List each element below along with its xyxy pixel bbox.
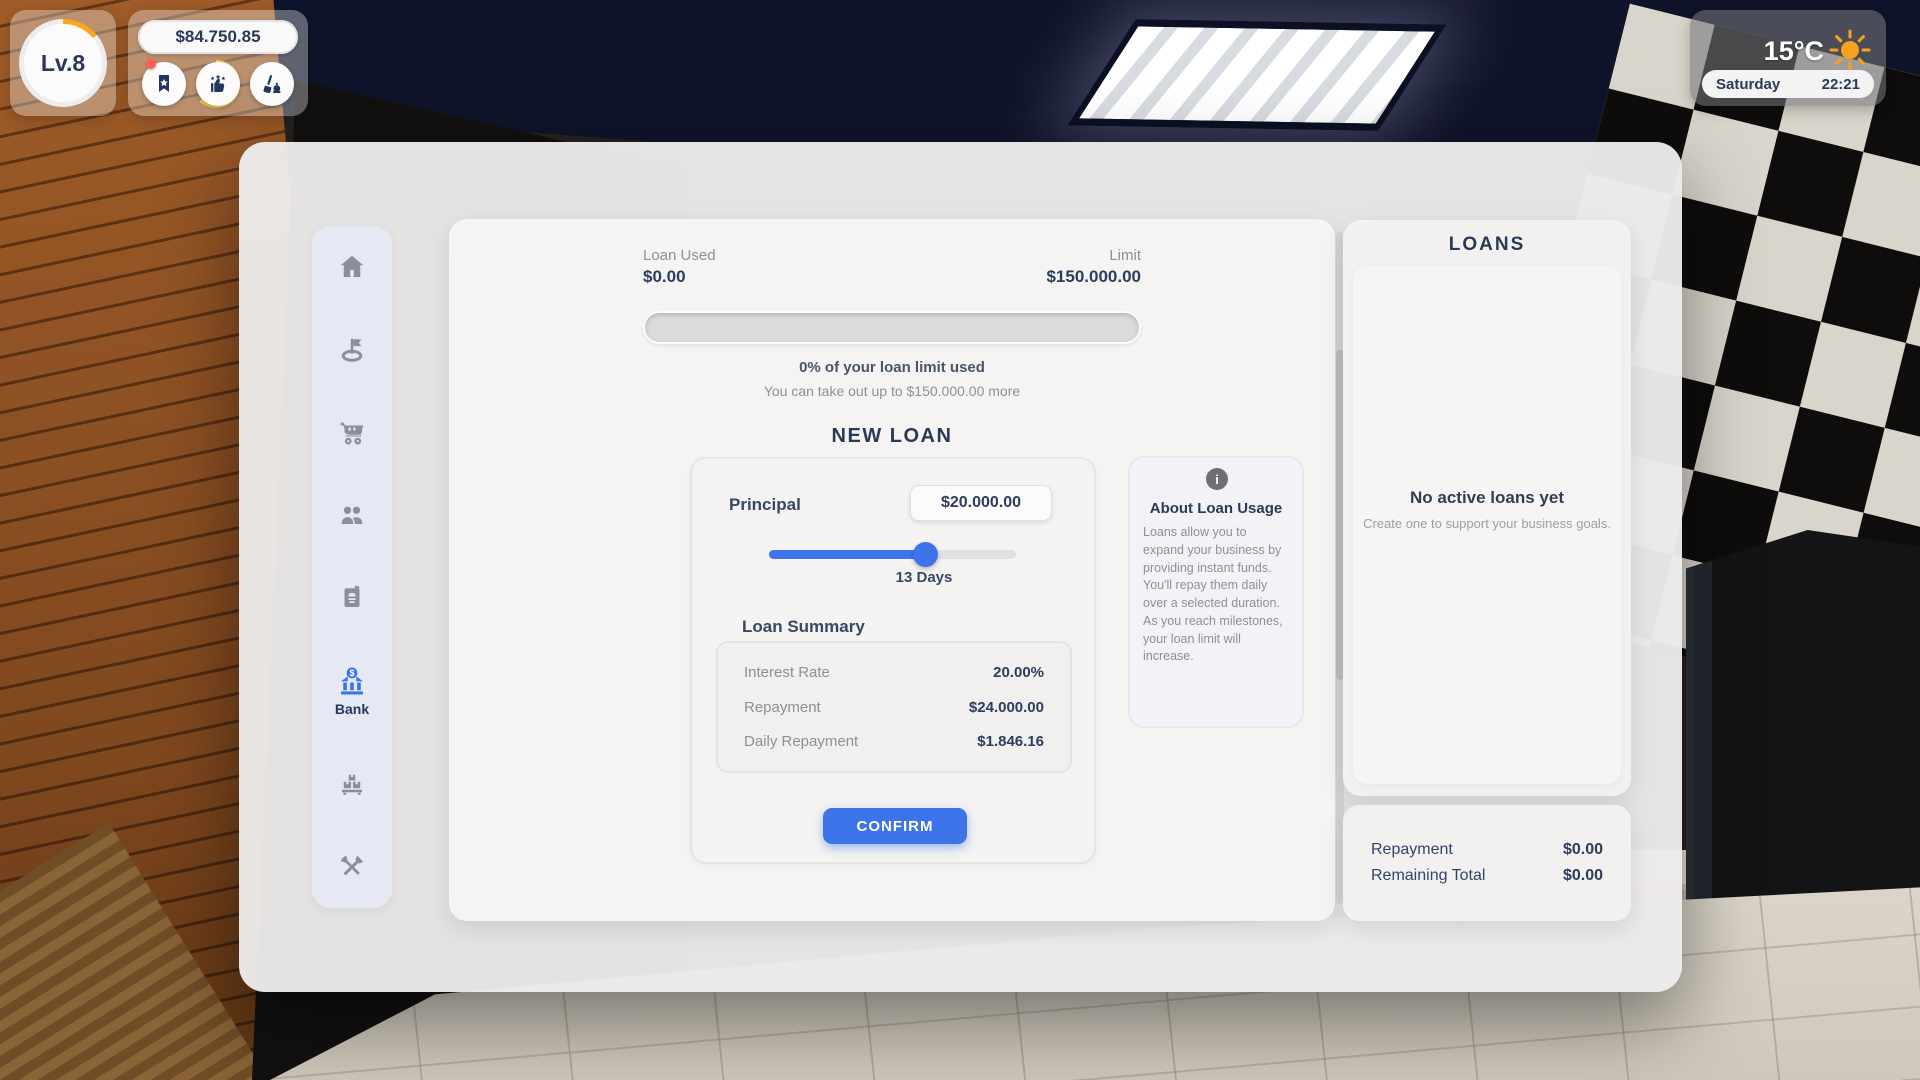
loan-used-value: $0.00 [643, 267, 716, 287]
bank-icon: $ [335, 665, 369, 699]
info-icon: i [1206, 468, 1228, 490]
sidebar-item-licenses[interactable] [324, 582, 380, 612]
sidebar-item-milestones[interactable] [324, 335, 380, 365]
sidebar-item-upgrades[interactable] [324, 852, 380, 882]
pallet-icon [337, 769, 367, 799]
loan-progress-bar [643, 311, 1141, 344]
loan-summary-title: Loan Summary [742, 617, 865, 637]
game-screen: Lv.8 $84.750.85 [0, 0, 1920, 1080]
about-loan-card: i About Loan Usage Loans allow you to ex… [1128, 456, 1304, 728]
loan-usage-text: 0% of your loan limit used [449, 359, 1335, 376]
loans-panel: LOANS No active loans yet Create one to … [1343, 220, 1631, 796]
sidebar-item-staff[interactable] [324, 500, 380, 530]
day-time-pill: Saturday 22:21 [1702, 70, 1874, 98]
level-badge: Lv.8 [10, 10, 116, 116]
sidebar-item-home[interactable] [324, 252, 380, 282]
totals-repayment-value: $0.00 [1563, 841, 1603, 859]
loan-totals-card: Repayment $0.00 Remaining Total $0.00 [1343, 805, 1631, 921]
time-label: 22:21 [1822, 76, 1860, 93]
svg-text:$: $ [349, 668, 354, 678]
duration-value: 13 Days [804, 569, 1044, 586]
level-ring: Lv.8 [19, 19, 107, 107]
people-icon [337, 500, 367, 530]
day-label: Saturday [1716, 76, 1780, 93]
duration-slider[interactable] [769, 541, 1016, 567]
cart-icon [337, 417, 367, 447]
loans-empty-title: No active loans yet [1353, 488, 1621, 508]
sidebar-item-bank-label: Bank [335, 701, 369, 717]
totals-row-repayment: Repayment $0.00 [1371, 841, 1603, 859]
badge-star-icon [152, 72, 176, 96]
weather-widget: 15°C Saturday 22:21 [1690, 10, 1886, 106]
broom-icon [260, 72, 284, 96]
totals-remaining-label: Remaining Total [1371, 867, 1485, 885]
daily-repayment-label: Daily Repayment [744, 733, 858, 750]
repayment-label: Repayment [744, 699, 821, 716]
summary-row-interest: Interest Rate 20.00% [744, 664, 1044, 681]
limit-value: $150.000.00 [1046, 267, 1141, 287]
temperature: 15°C [1764, 36, 1824, 67]
new-loan-title: NEW LOAN [449, 425, 1335, 448]
level-label: Lv.8 [24, 24, 102, 102]
totals-row-remaining: Remaining Total $0.00 [1371, 867, 1603, 885]
money-amount: $84.750.85 [138, 20, 298, 54]
loan-main-card: Loan Used $0.00 Limit $150.000.00 0% of … [449, 219, 1335, 921]
about-body: Loans allow you to expand your business … [1143, 524, 1291, 666]
summary-row-daily: Daily Repayment $1.846.16 [744, 733, 1044, 750]
sidebar-nav: $ Bank [312, 226, 392, 908]
menu-board-icon [337, 582, 367, 612]
summary-row-repayment: Repayment $24.000.00 [744, 699, 1044, 716]
loans-empty-subtitle: Create one to support your business goal… [1353, 516, 1621, 531]
alert-dot [146, 59, 156, 69]
totals-repayment-label: Repayment [1371, 841, 1453, 859]
new-loan-card: Principal $20.000.00 13 Days Loan Summar… [690, 457, 1096, 864]
about-title: About Loan Usage [1130, 500, 1302, 517]
cleaning-button[interactable] [250, 62, 294, 106]
home-icon [337, 252, 367, 282]
thumbs-up-stars-icon [206, 72, 230, 96]
loan-available-text: You can take out up to $150.000.00 more [449, 383, 1335, 399]
sidebar-item-storage[interactable] [324, 769, 380, 799]
badge-star-button[interactable] [142, 62, 186, 106]
flag-target-icon [337, 335, 367, 365]
duration-slider-fill [769, 550, 925, 559]
sidebar-item-bank[interactable]: $ Bank [324, 665, 380, 717]
principal-label: Principal [729, 495, 801, 515]
limit-label: Limit [1046, 247, 1141, 264]
bank-dialog: $ Bank [239, 142, 1682, 992]
interest-rate-value: 20.00% [993, 664, 1044, 681]
loan-usage-header: Loan Used $0.00 Limit $150.000.00 [643, 247, 1141, 287]
sun-icon [1828, 28, 1872, 72]
totals-remaining-value: $0.00 [1563, 867, 1603, 885]
sidebar-item-market[interactable] [324, 417, 380, 447]
loans-title: LOANS [1343, 234, 1631, 256]
daily-repayment-value: $1.846.16 [977, 733, 1044, 750]
thumbs-up-stars-button[interactable] [196, 62, 240, 106]
tools-icon [337, 852, 367, 882]
principal-input[interactable]: $20.000.00 [910, 485, 1052, 521]
loan-summary-box: Interest Rate 20.00% Repayment $24.000.0… [716, 641, 1072, 773]
repayment-value: $24.000.00 [969, 699, 1044, 716]
loan-used-label: Loan Used [643, 247, 716, 264]
money-panel: $84.750.85 [128, 10, 308, 116]
interest-rate-label: Interest Rate [744, 664, 830, 681]
confirm-button[interactable]: CONFIRM [823, 808, 967, 844]
loans-list: No active loans yet Create one to suppor… [1353, 266, 1621, 784]
duration-slider-thumb[interactable] [913, 542, 938, 567]
